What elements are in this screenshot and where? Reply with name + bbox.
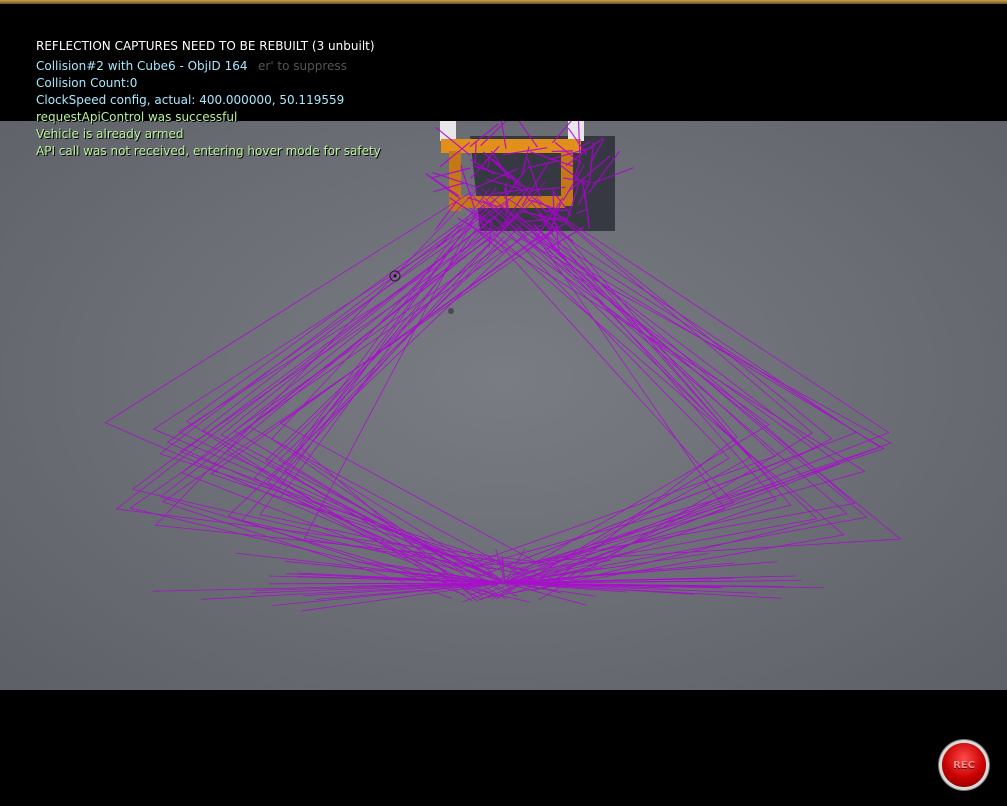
- scene-canvas: [104, 121, 902, 612]
- message-line: API call was not received, entering hove…: [36, 144, 381, 158]
- drone-shadow-marker: [448, 308, 454, 314]
- simulation-viewport[interactable]: [0, 121, 1007, 690]
- message-line: Vehicle is already armed: [36, 127, 184, 141]
- window-top-border: [0, 0, 1007, 4]
- message-line: Collision Count:0: [36, 76, 138, 90]
- message-list: er' to suppress Collision#2 with Cube6 -…: [36, 58, 381, 160]
- message-line: requestApiControl was successful: [36, 110, 238, 124]
- reflection-warning: REFLECTION CAPTURES NEED TO BE REBUILT (…: [36, 39, 375, 53]
- record-button[interactable]: REC: [942, 743, 986, 787]
- ghost-message: er' to suppress: [258, 59, 347, 73]
- message-line: ClockSpeed config, actual: 400.000000, 5…: [36, 93, 345, 107]
